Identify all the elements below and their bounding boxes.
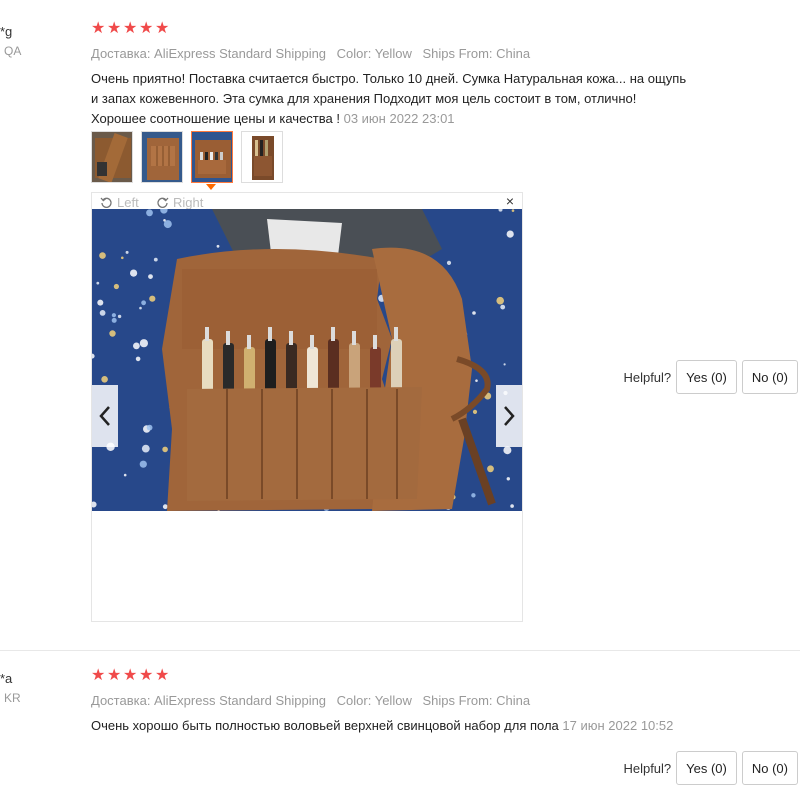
- reviewer-name: *a: [0, 671, 13, 686]
- star-icon: ★: [123, 20, 138, 37]
- thumbnail-image: [142, 132, 182, 182]
- tool-tip: [394, 327, 398, 341]
- helpful-vote: Helpful? Yes (0) No (0): [623, 751, 798, 785]
- star-rating: ★ ★ ★ ★ ★: [91, 21, 169, 37]
- helpful-no-button[interactable]: No (0): [741, 751, 798, 785]
- close-viewer-button[interactable]: ×: [506, 193, 514, 209]
- tool-tip: [268, 327, 272, 341]
- ships-from: Ships From: China: [422, 46, 531, 61]
- photo-thumbnail[interactable]: [141, 131, 183, 183]
- helpful-yes-button[interactable]: Yes (0): [676, 751, 737, 785]
- next-photo-button[interactable]: [496, 385, 522, 447]
- thumbnail-image: [192, 132, 232, 182]
- rotate-left-icon: [100, 197, 112, 208]
- review-date: 17 июн 2022 10:52: [562, 718, 674, 733]
- photo-thumbnail[interactable]: [91, 131, 133, 183]
- tool-tip: [310, 335, 314, 349]
- thumbnail-image: [242, 132, 282, 182]
- review-body: Очень хорошо быть полностью воловьей вер…: [91, 718, 559, 733]
- tool-tip: [205, 327, 209, 341]
- rotate-right-label: Right: [173, 195, 204, 210]
- shipping-method: Доставка: AliExpress Standard Shipping: [91, 693, 327, 708]
- thumbnail-image: [92, 132, 132, 182]
- review-date: 03 июн 2022 23:01: [343, 111, 455, 126]
- star-icon: ★: [139, 20, 154, 37]
- tool-tip: [331, 327, 335, 341]
- star-icon: ★: [155, 20, 170, 37]
- photo-thumbnail-active[interactable]: [191, 131, 233, 183]
- star-icon: ★: [155, 667, 170, 684]
- star-icon: ★: [123, 667, 138, 684]
- photo-thumbnails: [91, 131, 283, 183]
- review-item: *g QA ★ ★ ★ ★ ★ Доставка: AliExpress Sta…: [0, 0, 800, 650]
- tool-tip: [373, 335, 377, 349]
- review-text: Очень хорошо быть полностью воловьей вер…: [91, 716, 691, 736]
- tool-tip: [289, 331, 293, 345]
- product-color: Color: Yellow: [336, 46, 412, 61]
- leather-roll-photo: [92, 209, 522, 511]
- chevron-left-icon: [99, 406, 110, 426]
- ships-from: Ships From: China: [422, 693, 531, 708]
- rotate-right-icon: [157, 197, 169, 208]
- product-color: Color: Yellow: [336, 693, 412, 708]
- review-text: Очень приятно! Поставка считается быстро…: [91, 69, 691, 129]
- tool-tip: [352, 331, 356, 345]
- tool-tip: [247, 335, 251, 349]
- previous-photo-button[interactable]: [92, 385, 118, 447]
- reviewer-country: QA: [4, 44, 22, 58]
- helpful-label: Helpful?: [623, 760, 672, 776]
- rotate-right-button[interactable]: Right: [156, 195, 203, 210]
- reviewer-country: KR: [4, 691, 21, 705]
- photo-thumbnail[interactable]: [241, 131, 283, 183]
- star-rating: ★ ★ ★ ★ ★: [91, 668, 169, 684]
- star-icon: ★: [107, 667, 122, 684]
- rotate-left-label: Left: [117, 195, 139, 210]
- star-icon: ★: [91, 667, 106, 684]
- helpful-yes-button[interactable]: Yes (0): [676, 360, 737, 394]
- order-info: Доставка: AliExpress Standard Shipping C…: [91, 693, 537, 708]
- star-icon: ★: [91, 20, 106, 37]
- active-thumb-indicator: [206, 184, 216, 190]
- order-info: Доставка: AliExpress Standard Shipping C…: [91, 46, 537, 61]
- helpful-no-button[interactable]: No (0): [741, 360, 798, 394]
- rotate-left-button[interactable]: Left: [100, 195, 139, 210]
- star-icon: ★: [107, 20, 122, 37]
- tool-tip: [226, 331, 230, 345]
- helpful-vote: Helpful? Yes (0) No (0): [623, 360, 798, 394]
- chevron-right-icon: [504, 406, 515, 426]
- photo-viewer: Left Right ×: [91, 192, 523, 622]
- shipping-method: Доставка: AliExpress Standard Shipping: [91, 46, 327, 61]
- star-icon: ★: [139, 667, 154, 684]
- review-photo: [92, 209, 522, 511]
- review-item: *a KR ★ ★ ★ ★ ★ Доставка: AliExpress Sta…: [0, 651, 800, 800]
- reviewer-name: *g: [0, 24, 13, 39]
- helpful-label: Helpful?: [623, 369, 672, 385]
